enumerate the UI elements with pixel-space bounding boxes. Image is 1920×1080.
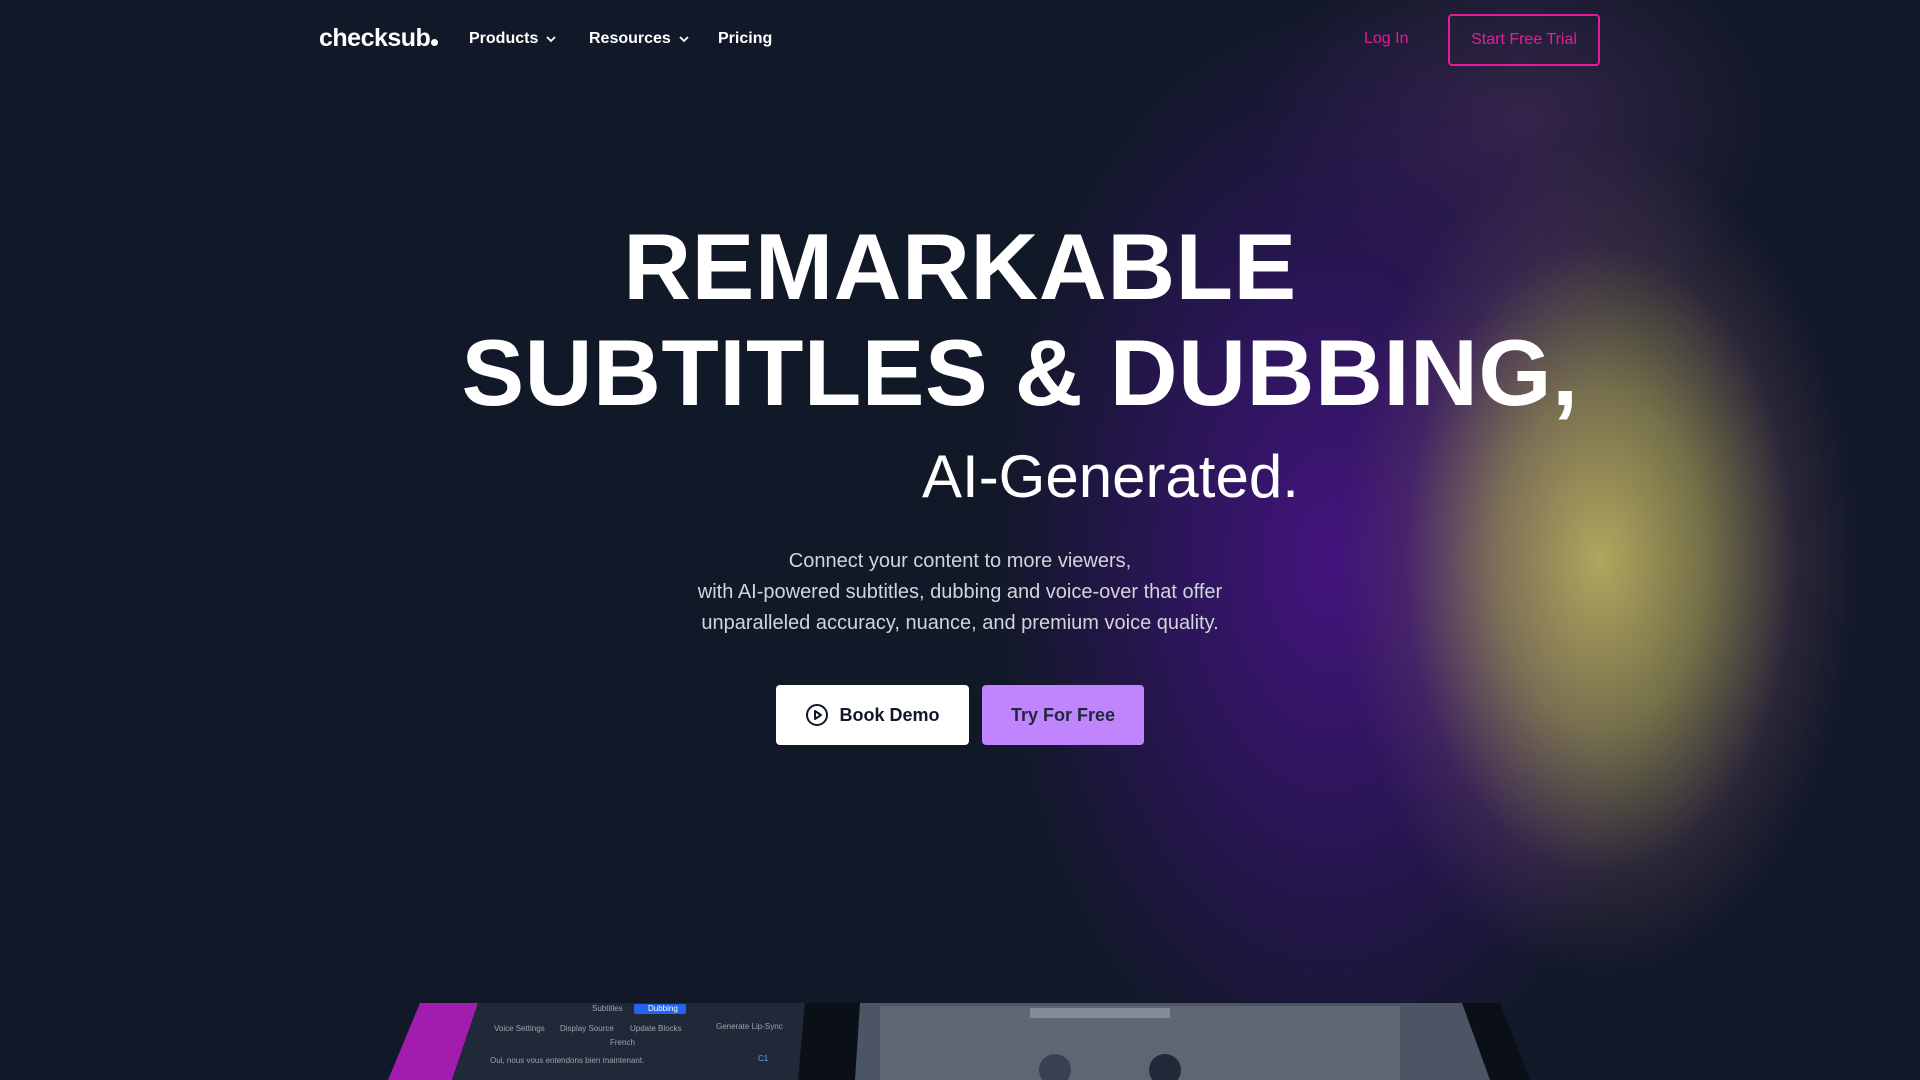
nav-pricing[interactable]: Pricing (718, 30, 772, 48)
hero-headline-ai-generated: AI-Generated. (922, 443, 1299, 510)
logo-dot (431, 39, 439, 46)
preview-subtitle-line: Oui, nous vous entendons bien maintenant… (490, 1056, 645, 1065)
hero-description-line3: unparalleled accuracy, nuance, and premi… (701, 612, 1219, 634)
preview-generate-lipsync: Generate Lip-Sync (716, 1022, 783, 1031)
login-link[interactable]: Log In (1364, 30, 1408, 48)
top-nav: checksub Products Resources Pricing Log … (0, 0, 1920, 80)
try-for-free-button[interactable]: Try For Free (982, 685, 1144, 745)
preview-voice-settings: Voice Settings (494, 1024, 545, 1033)
logo-text: checksub (319, 24, 431, 52)
background-glow (0, 0, 1920, 1080)
chevron-down-icon (679, 36, 689, 43)
hero-description-line2: with AI-powered subtitles, dubbing and v… (697, 581, 1223, 603)
hero-headline-line2: SUBTITLES & DUBBING, (461, 320, 1579, 425)
preview-tab-subtitles: Subtitles (592, 1004, 623, 1013)
preview-language-select: French (610, 1038, 635, 1047)
logo[interactable]: checksub (319, 24, 439, 53)
start-free-trial-button[interactable]: Start Free Trial (1448, 14, 1600, 66)
preview-tab-dubbing: Dubbing (648, 1004, 678, 1013)
nav-resources[interactable]: Resources (589, 30, 691, 48)
preview-display-source: Display Source (560, 1024, 614, 1033)
play-circle-icon (806, 704, 829, 726)
nav-resources-label: Resources (589, 30, 671, 47)
app-preview: Subtitles Dubbing Voice Settings Display… (0, 1000, 1920, 1080)
preview-update-blocks: Update Blocks (630, 1024, 682, 1033)
nav-products-label: Products (469, 30, 539, 47)
book-demo-button[interactable]: Book Demo (776, 685, 969, 745)
preview-speaker-tag: C1 (758, 1054, 769, 1063)
app-preview-frame (388, 1003, 1530, 1080)
chevron-down-icon (546, 36, 556, 43)
book-demo-label: Book Demo (839, 704, 940, 725)
hero-headline-line1: REMARKABLE (623, 214, 1297, 319)
nav-products[interactable]: Products (469, 30, 558, 48)
hero-description-line1: Connect your content to more viewers, (788, 550, 1132, 572)
hero-description: Connect your content to more viewers, wi… (0, 546, 1920, 639)
